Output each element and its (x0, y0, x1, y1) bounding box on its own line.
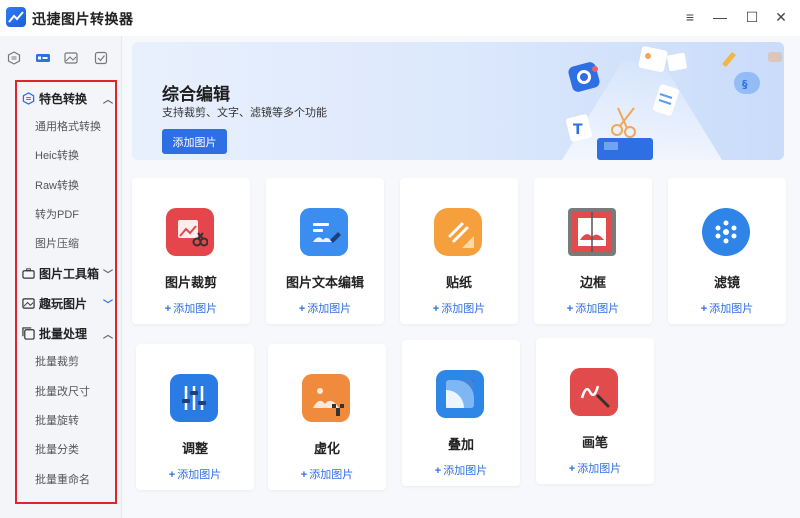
add-image-link[interactable]: + 添加图片 (534, 300, 652, 316)
add-image-link[interactable]: + 添加图片 (400, 300, 518, 316)
filter-icon (702, 208, 750, 256)
sidebar-item-batch-rotate[interactable]: 批量旋转 (35, 409, 115, 431)
banner: 综合编辑 支持裁剪、文字、滤镜等多个功能 添加图片 § T (132, 42, 784, 160)
tool-card-overlay[interactable]: 叠加 + 添加图片 (402, 340, 520, 486)
sidebar: 特色转换 ︿ 通用格式转换 Heic转换 Raw转换 转为PDF 图片压缩 图片… (0, 36, 122, 518)
tool-card-filter[interactable]: 滤镜 + 添加图片 (668, 178, 786, 324)
chevron-down-icon: ﹀ (103, 300, 113, 311)
edit-tab-icon[interactable] (33, 48, 53, 68)
add-image-link[interactable]: + 添加图片 (536, 460, 654, 476)
sidebar-item-heic[interactable]: Heic转换 (35, 144, 115, 166)
add-image-link[interactable]: + 添加图片 (136, 466, 254, 482)
border-icon (568, 208, 616, 256)
batch-tab-icon[interactable] (91, 48, 111, 68)
hexagon-icon (21, 91, 35, 105)
chevron-up-icon: ︿ (103, 95, 113, 106)
sidebar-item-batch-crop[interactable]: 批量裁剪 (35, 350, 115, 372)
add-image-link[interactable]: + 添加图片 (266, 300, 384, 316)
image-tab-icon[interactable] (61, 48, 81, 68)
sidebar-item-batch-rename[interactable]: 批量重命名 (35, 468, 115, 490)
tool-title: 调整 (181, 441, 208, 456)
sidebar-item-compress[interactable]: 图片压缩 (35, 232, 115, 254)
toolbox-icon (21, 266, 35, 280)
batch-icon (21, 326, 35, 340)
tool-card-crop[interactable]: 图片裁剪 + 添加图片 (132, 178, 250, 324)
add-image-button[interactable]: 添加图片 (162, 129, 227, 154)
tool-title: 滤镜 (713, 275, 740, 290)
add-image-link[interactable]: + 添加图片 (268, 466, 386, 482)
tool-card-border[interactable]: 边框 + 添加图片 (534, 178, 652, 324)
tool-card-blur[interactable]: 虚化 + 添加图片 (268, 344, 386, 490)
adjust-icon (170, 374, 218, 422)
sticker-icon (434, 208, 482, 256)
sidebar-tabs (0, 44, 122, 72)
tool-title: 叠加 (447, 437, 474, 452)
tool-card-adjust[interactable]: 调整 + 添加图片 (136, 344, 254, 490)
tool-card-text-edit[interactable]: 图片文本编辑 + 添加图片 (266, 178, 384, 324)
crop-icon (166, 208, 214, 256)
tool-title: 贴纸 (445, 275, 472, 290)
text-edit-icon (300, 208, 348, 256)
add-image-link[interactable]: + 添加图片 (402, 462, 520, 478)
chevron-down-icon: ﹀ (103, 270, 113, 281)
chevron-up-icon: ︿ (103, 330, 113, 341)
sidebar-item-batch-classify[interactable]: 批量分类 (35, 438, 115, 460)
tool-title: 虚化 (313, 441, 340, 456)
app-logo-icon (6, 7, 26, 27)
overlay-icon (436, 370, 484, 418)
group-image-toolbox[interactable]: 图片工具箱 ﹀ (21, 261, 115, 285)
minimize-button[interactable]: — (707, 4, 733, 30)
tool-title: 边框 (579, 275, 606, 290)
sidebar-item-batch-resize[interactable]: 批量改尺寸 (35, 380, 115, 402)
group-label: 趣玩图片 (39, 296, 88, 311)
maximize-button[interactable]: ☐ (739, 4, 765, 30)
group-label: 图片工具箱 (39, 266, 100, 281)
tool-title: 画笔 (581, 435, 608, 450)
add-image-link[interactable]: + 添加图片 (668, 300, 786, 316)
sidebar-item-to-pdf[interactable]: 转为PDF (35, 203, 115, 225)
convert-tab-icon[interactable] (4, 48, 24, 68)
tool-card-sticker[interactable]: 贴纸 + 添加图片 (400, 178, 518, 324)
app-title: 迅捷图片转换器 (32, 11, 134, 27)
sidebar-item-general-format[interactable]: 通用格式转换 (35, 115, 115, 137)
banner-subtitle: 支持裁剪、文字、滤镜等多个功能 (162, 107, 327, 119)
group-batch[interactable]: 批量处理 ︿ (21, 321, 115, 345)
group-fun-image[interactable]: 趣玩图片 ﹀ (21, 291, 115, 315)
brush-icon (570, 368, 618, 416)
tool-title: 图片裁剪 (164, 275, 217, 290)
banner-title: 综合编辑 (162, 85, 230, 104)
sidebar-item-raw[interactable]: Raw转换 (35, 174, 115, 196)
banner-illustration: § T (562, 46, 782, 160)
menu-icon[interactable]: ≡ (677, 4, 703, 30)
group-label: 批量处理 (39, 326, 88, 341)
title-bar: 迅捷图片转换器 ≡ — ☐ ✕ (0, 0, 800, 36)
sidebar-menu: 特色转换 ︿ 通用格式转换 Heic转换 Raw转换 转为PDF 图片压缩 图片… (15, 80, 117, 504)
tool-title: 图片文本编辑 (285, 275, 364, 290)
add-image-link[interactable]: + 添加图片 (132, 300, 250, 316)
group-label: 特色转换 (39, 91, 88, 106)
svg-text:§: § (742, 78, 748, 91)
svg-text:T: T (573, 122, 583, 138)
blur-icon (302, 374, 350, 422)
image-icon (21, 296, 35, 310)
main-content: 综合编辑 支持裁剪、文字、滤镜等多个功能 添加图片 § T 图片裁剪 + 添加图… (122, 36, 800, 518)
close-button[interactable]: ✕ (768, 4, 794, 30)
group-special-convert[interactable]: 特色转换 ︿ (21, 86, 115, 110)
tool-card-brush[interactable]: 画笔 + 添加图片 (536, 338, 654, 484)
